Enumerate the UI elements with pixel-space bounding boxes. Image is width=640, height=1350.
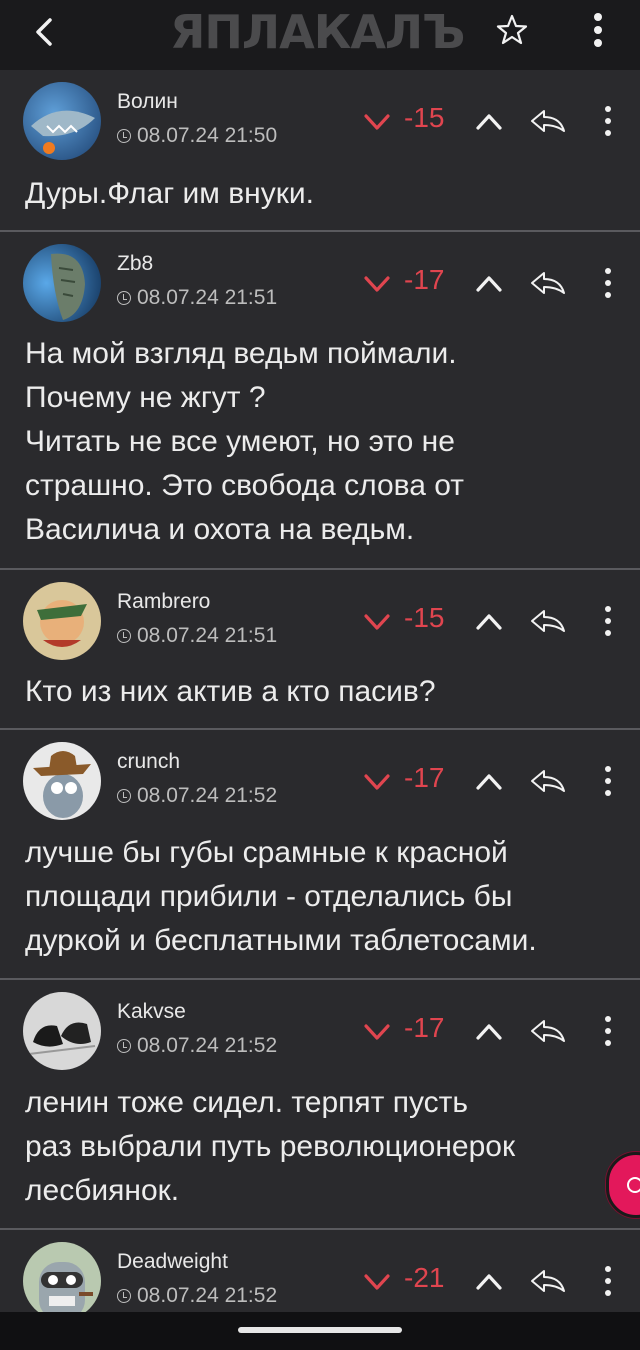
comment-author[interactable]: crunch — [117, 750, 180, 774]
avatar[interactable] — [23, 992, 101, 1070]
comment-item: Волин 08.07.24 21:50 -15 Дуры.Флаг им вн… — [0, 70, 640, 232]
vote-down-icon[interactable] — [362, 1270, 392, 1294]
avatar[interactable] — [23, 244, 101, 322]
comment-author[interactable]: Zb8 — [117, 252, 153, 276]
back-button[interactable] — [24, 12, 64, 52]
comment-author[interactable]: Волин — [117, 90, 178, 114]
comment-time: 08.07.24 21:50 — [117, 124, 277, 148]
vote-down-icon[interactable] — [362, 1020, 392, 1044]
comment-menu-icon[interactable] — [598, 764, 618, 798]
comment-item: Deadweight 08.07.24 21:52 -21 — [0, 1230, 640, 1320]
vote-down-icon[interactable] — [362, 770, 392, 794]
reply-icon[interactable] — [528, 268, 568, 298]
comment-time: 08.07.24 21:52 — [117, 1034, 277, 1058]
overflow-menu-button[interactable] — [580, 10, 616, 50]
favorite-button[interactable] — [492, 10, 532, 50]
vote-up-icon[interactable] — [474, 1020, 504, 1044]
clock-icon — [117, 129, 131, 143]
comment-item: crunch 08.07.24 21:52 -17 лучше бы губы … — [0, 730, 640, 980]
system-navigation-bar — [0, 1312, 640, 1350]
comment-score: -15 — [404, 602, 445, 633]
comment-menu-icon[interactable] — [598, 266, 618, 300]
comment-score: -15 — [404, 102, 445, 133]
comment-score: -17 — [404, 762, 445, 793]
comment-time: 08.07.24 21:51 — [117, 286, 277, 310]
vote-up-icon[interactable] — [474, 272, 504, 296]
vote-up-icon[interactable] — [474, 770, 504, 794]
home-indicator[interactable] — [238, 1327, 402, 1333]
avatar[interactable] — [23, 82, 101, 160]
reply-icon[interactable] — [528, 606, 568, 636]
clock-icon — [117, 291, 131, 305]
plus-icon — [627, 1177, 640, 1193]
avatar[interactable] — [23, 582, 101, 660]
comment-item: Rambrero 08.07.24 21:51 -15 Кто из них а… — [0, 570, 640, 730]
comment-menu-icon[interactable] — [598, 604, 618, 638]
clock-icon — [117, 629, 131, 643]
comment-author[interactable]: Rambrero — [117, 590, 210, 614]
comment-score: -17 — [404, 264, 445, 295]
vote-down-icon[interactable] — [362, 110, 392, 134]
site-logo[interactable]: ЯПЛАКАЛЪ — [170, 6, 470, 58]
avatar[interactable] — [23, 1242, 101, 1320]
star-icon — [496, 14, 528, 45]
avatar[interactable] — [23, 742, 101, 820]
vote-up-icon[interactable] — [474, 1270, 504, 1294]
comment-item: Kakvse 08.07.24 21:52 -17 ленин тоже сид… — [0, 980, 640, 1230]
comment-feed: Волин 08.07.24 21:50 -15 Дуры.Флаг им вн… — [0, 70, 640, 1320]
comment-score: -17 — [404, 1012, 445, 1043]
comment-item: Zb8 08.07.24 21:51 -17 На мой взгляд вед… — [0, 232, 640, 570]
comment-menu-icon[interactable] — [598, 104, 618, 138]
comment-time: 08.07.24 21:52 — [117, 784, 277, 808]
comment-time: 08.07.24 21:51 — [117, 624, 277, 648]
comment-text: лучше бы губы срамные к красной площади … — [25, 836, 537, 957]
comment-text: ленин тоже сидел. терпят пусть раз выбра… — [25, 1086, 516, 1207]
vote-down-icon[interactable] — [362, 610, 392, 634]
clock-icon — [117, 789, 131, 803]
comment-author[interactable]: Deadweight — [117, 1250, 228, 1274]
vote-up-icon[interactable] — [474, 110, 504, 134]
comment-text: На мой взгляд ведьм поймали. Почему не ж… — [25, 337, 465, 546]
comment-score: -21 — [404, 1262, 445, 1293]
reply-icon[interactable] — [528, 106, 568, 136]
reply-icon[interactable] — [528, 1016, 568, 1046]
top-app-bar: ЯПЛАКАЛЪ — [0, 0, 640, 70]
comment-text: Кто из них актив а кто пасив? — [25, 675, 436, 708]
kebab-menu-icon — [594, 13, 602, 47]
comment-text: Дуры.Флаг им внуки. — [25, 177, 314, 210]
comment-menu-icon[interactable] — [598, 1014, 618, 1048]
reply-icon[interactable] — [528, 766, 568, 796]
reply-icon[interactable] — [528, 1266, 568, 1296]
comment-author[interactable]: Kakvse — [117, 1000, 186, 1024]
clock-icon — [117, 1039, 131, 1053]
clock-icon — [117, 1289, 131, 1303]
vote-down-icon[interactable] — [362, 272, 392, 296]
comment-menu-icon[interactable] — [598, 1264, 618, 1298]
vote-up-icon[interactable] — [474, 610, 504, 634]
comment-time: 08.07.24 21:52 — [117, 1284, 277, 1308]
chevron-left-icon — [36, 18, 52, 46]
